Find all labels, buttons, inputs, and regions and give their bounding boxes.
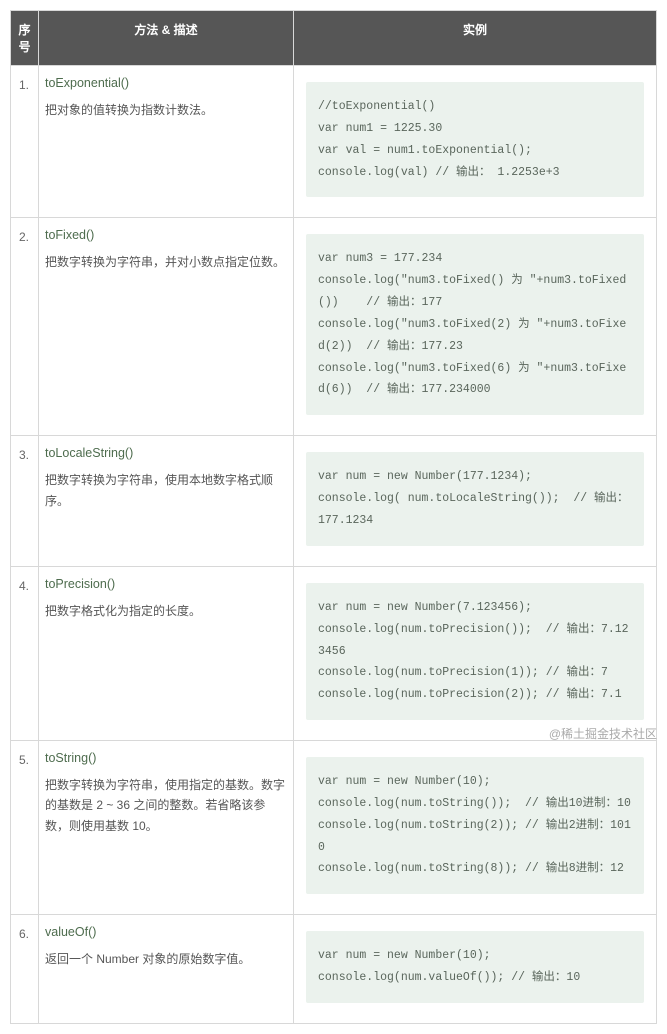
- row-description-cell: toExponential() 把对象的值转换为指数计数法。: [39, 66, 294, 218]
- row-index: 2.: [11, 218, 39, 436]
- method-name: toExponential(): [45, 76, 285, 90]
- method-description: 把数字转换为字符串，并对小数点指定位数。: [45, 252, 285, 272]
- row-example-cell: var num = new Number(7.123456); console.…: [294, 566, 657, 740]
- row-index: 6.: [11, 915, 39, 1024]
- method-name: valueOf(): [45, 925, 285, 939]
- code-block: var num = new Number(7.123456); console.…: [306, 583, 644, 720]
- table-row: 2. toFixed() 把数字转换为字符串，并对小数点指定位数。 var num3 …: [11, 218, 657, 436]
- row-description-cell: toString() 把数字转换为字符串，使用指定的基数。数字的基数是 2 ~ 3…: [39, 741, 294, 915]
- code-block: var num3 = 177.234 console.log("num3.toF…: [306, 234, 644, 415]
- row-index: 5.: [11, 741, 39, 915]
- code-block: var num = new Number(177.1234); console.…: [306, 452, 644, 546]
- method-description: 把数字转换为字符串，使用指定的基数。数字的基数是 2 ~ 36 之间的整数。若省…: [45, 775, 285, 836]
- row-description-cell: toPrecision() 把数字格式化为指定的长度。: [39, 566, 294, 740]
- row-example-cell: var num = new Number(10); console.log(nu…: [294, 915, 657, 1024]
- table-row: 6. valueOf() 返回一个 Number 对象的原始数字值。 var num …: [11, 915, 657, 1024]
- methods-table: 序号 方法 & 描述 实例 1. toExponential() 把对象的值转换为指…: [10, 10, 657, 1024]
- row-index: 1.: [11, 66, 39, 218]
- row-example-cell: var num3 = 177.234 console.log("num3.toF…: [294, 218, 657, 436]
- row-index: 4.: [11, 566, 39, 740]
- method-name: toString(): [45, 751, 285, 765]
- table-row: 5. toString() 把数字转换为字符串，使用指定的基数。数字的基数是 2 ~…: [11, 741, 657, 915]
- row-example-cell: var num = new Number(10); console.log(nu…: [294, 741, 657, 915]
- method-description: 返回一个 Number 对象的原始数字值。: [45, 949, 285, 969]
- watermark-text: @稀土掘金技术社区: [549, 725, 657, 742]
- code-block: var num = new Number(10); console.log(nu…: [306, 931, 644, 1003]
- row-description-cell: toLocaleString() 把数字转换为字符串，使用本地数字格式顺序。: [39, 436, 294, 567]
- row-description-cell: valueOf() 返回一个 Number 对象的原始数字值。: [39, 915, 294, 1024]
- col-desc: 方法 & 描述: [39, 11, 294, 66]
- table-row: 3. toLocaleString() 把数字转换为字符串，使用本地数字格式顺序。 v…: [11, 436, 657, 567]
- method-description: 把数字格式化为指定的长度。: [45, 601, 285, 621]
- col-index: 序号: [11, 11, 39, 66]
- row-example-cell: var num = new Number(177.1234); console.…: [294, 436, 657, 567]
- method-name: toLocaleString(): [45, 446, 285, 460]
- row-example-cell: //toExponential() var num1 = 1225.30 var…: [294, 66, 657, 218]
- table-row: 1. toExponential() 把对象的值转换为指数计数法。 //toExpon…: [11, 66, 657, 218]
- row-description-cell: toFixed() 把数字转换为字符串，并对小数点指定位数。: [39, 218, 294, 436]
- table-row: 4. toPrecision() 把数字格式化为指定的长度。 var num = ne…: [11, 566, 657, 740]
- method-description: 把数字转换为字符串，使用本地数字格式顺序。: [45, 470, 285, 511]
- method-name: toFixed(): [45, 228, 285, 242]
- code-block: var num = new Number(10); console.log(nu…: [306, 757, 644, 894]
- col-example: 实例: [294, 11, 657, 66]
- table-header-row: 序号 方法 & 描述 实例: [11, 11, 657, 66]
- code-block: //toExponential() var num1 = 1225.30 var…: [306, 82, 644, 197]
- method-name: toPrecision(): [45, 577, 285, 591]
- row-index: 3.: [11, 436, 39, 567]
- method-description: 把对象的值转换为指数计数法。: [45, 100, 285, 120]
